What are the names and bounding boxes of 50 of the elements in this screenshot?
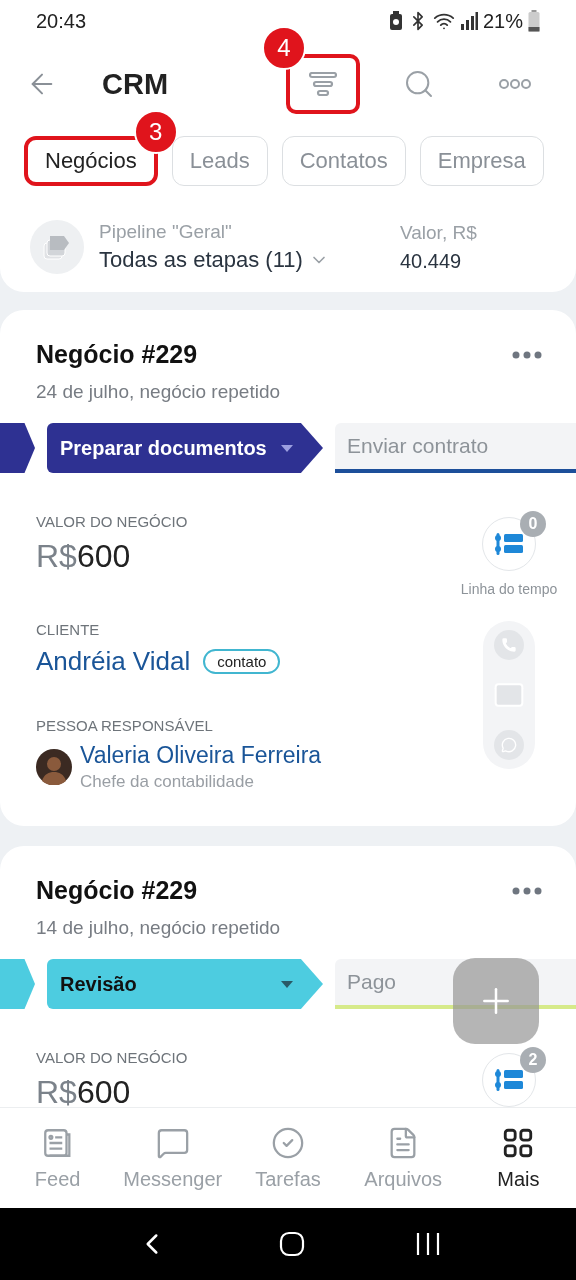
timeline-icon bbox=[494, 531, 524, 557]
filter-icon bbox=[309, 72, 337, 96]
deal-card[interactable] bbox=[0, 310, 576, 826]
status-time: 20:43 bbox=[36, 9, 87, 33]
deal-title: Negócio #229 bbox=[36, 340, 199, 369]
home-icon[interactable] bbox=[279, 1231, 305, 1257]
stage-dropdown[interactable]: Todas as etapas (11) bbox=[99, 243, 400, 273]
more-icon[interactable] bbox=[512, 886, 542, 895]
deal-date: 24 de julho, negócio repetido bbox=[35, 380, 282, 403]
timeline-icon bbox=[494, 1067, 524, 1093]
caret-icon bbox=[281, 444, 293, 452]
field-label: PESSOA RESPONSÁVEL bbox=[36, 717, 214, 734]
deal-amount: R$600 bbox=[36, 538, 132, 575]
previous-stage[interactable] bbox=[0, 423, 35, 473]
responsible-link[interactable]: Valeria Oliveira Ferreira bbox=[80, 742, 322, 769]
page-title: CRM bbox=[102, 67, 170, 101]
count-badge: 0 bbox=[520, 511, 546, 537]
battery-percent: 21% bbox=[482, 9, 523, 33]
timeline-button[interactable] bbox=[482, 1053, 536, 1107]
more-icon bbox=[499, 79, 531, 89]
value-label: Valor, R$ bbox=[400, 221, 478, 244]
deal-title: Negócio #229 bbox=[36, 876, 199, 905]
pipeline-label: Pipeline "Geral" bbox=[99, 221, 233, 243]
more-icon[interactable] bbox=[512, 350, 542, 359]
nav-tab[interactable]: Mais bbox=[460, 1108, 576, 1208]
search-icon bbox=[403, 68, 435, 100]
stage-selector[interactable]: Revisão bbox=[47, 959, 323, 1009]
battery-icon bbox=[528, 10, 540, 32]
client-link[interactable]: Andréia Vidal bbox=[36, 646, 191, 677]
add-button[interactable] bbox=[453, 958, 539, 1044]
field-label: CLIENTE bbox=[36, 621, 101, 638]
deal-date: 14 de julho, negócio repetido bbox=[35, 916, 282, 939]
recents-icon[interactable] bbox=[415, 1232, 441, 1256]
step-badge: 3 bbox=[133, 110, 178, 154]
field-label: VALOR DO NEGÓCIO bbox=[36, 513, 189, 530]
contact-tag: contato bbox=[203, 649, 281, 674]
job-title: Chefe da contabilidade bbox=[80, 772, 255, 792]
timeline-button[interactable] bbox=[482, 517, 536, 571]
timeline-label: Linha do tempo bbox=[460, 581, 558, 597]
deal-card[interactable]: Negócio #229 14 de julho, negócio repetido Revisão Pago VALOR DO NEGÓCIO R$600 2 bbox=[0, 846, 576, 1107]
avatar bbox=[36, 749, 72, 785]
count-badge: 2 bbox=[520, 1047, 546, 1073]
stage-selector[interactable]: Preparar documentos bbox=[47, 423, 323, 473]
signal-icon bbox=[459, 12, 478, 30]
check-circle-icon bbox=[271, 1125, 305, 1160]
battery-saver-icon bbox=[388, 11, 403, 31]
caret-icon bbox=[281, 980, 293, 988]
deal-amount: R$600 bbox=[36, 1074, 132, 1107]
total-value: 40.449 bbox=[400, 248, 463, 273]
field-label: VALOR DO NEGÓCIO bbox=[36, 1049, 189, 1066]
